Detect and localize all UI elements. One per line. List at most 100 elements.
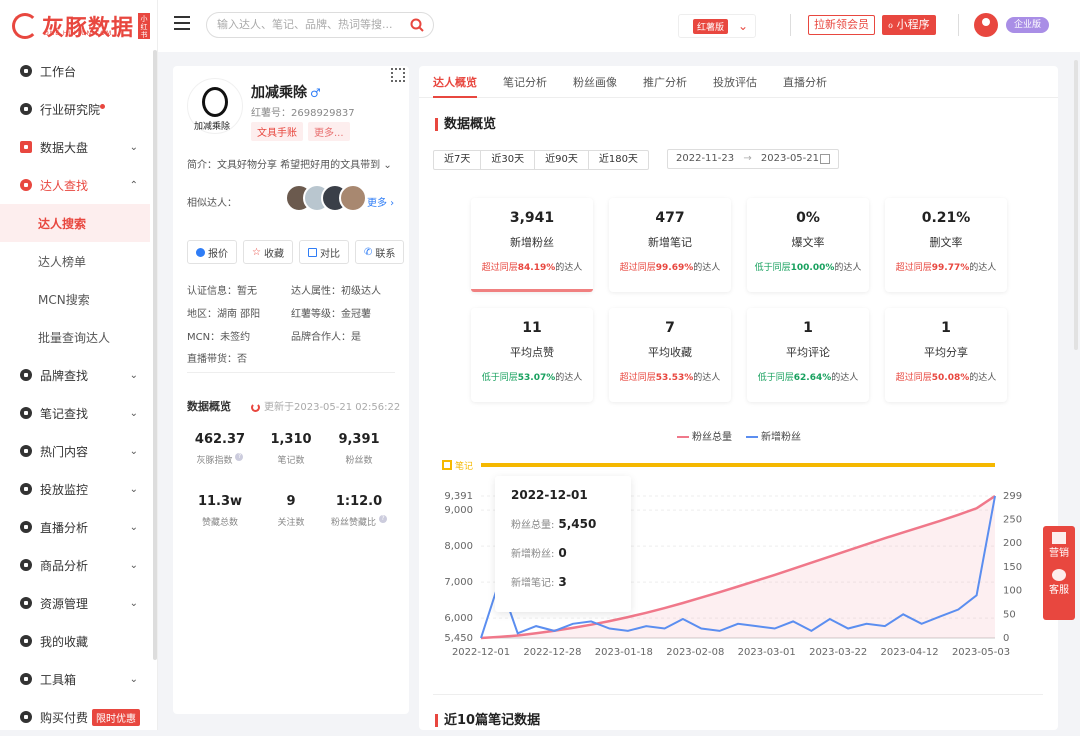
sidebar-item-notes[interactable]: 笔记查找 ⌄ <box>0 394 150 432</box>
search-icon[interactable] <box>408 16 426 34</box>
sidebar-item-label: 品牌查找 <box>40 368 89 383</box>
update-time[interactable]: 更新于2023-05-21 02:56:22 <box>251 398 400 413</box>
metric-value: 11 <box>522 320 542 336</box>
tab-notes[interactable]: 笔记分析 <box>503 66 547 97</box>
qrcode-icon[interactable] <box>391 68 405 82</box>
star-icon: ☆ <box>252 246 261 258</box>
date-range-picker[interactable]: 2022-11-23 → 2023-05-21 <box>667 149 839 169</box>
sidebar-item-research[interactable]: 行业研究院 <box>0 90 150 128</box>
tab-evaluation[interactable]: 投放评估 <box>713 66 757 97</box>
metric-card[interactable]: 11 平均点赞 低于同层53.07%的达人 <box>471 308 593 402</box>
compare-suffix: 的达人 <box>693 263 721 273</box>
tab-live[interactable]: 直播分析 <box>783 66 827 97</box>
range-30d[interactable]: 近30天 <box>481 151 536 169</box>
sidebar-item-purchase[interactable]: 购买付费 限时优惠 <box>0 698 150 736</box>
y-tick-label: 8,000 <box>444 541 473 552</box>
similar-avatars[interactable] <box>285 184 367 212</box>
stat-likes: 11.3w 赞藏总数 <box>185 494 255 528</box>
edition-badge[interactable]: 企业版 <box>1006 17 1050 33</box>
chevron-down-icon: ⌄ <box>129 597 138 609</box>
favorite-button[interactable]: ☆ 收藏 <box>243 240 293 264</box>
creator-avatar[interactable]: 加减乘除 <box>187 78 243 134</box>
creator-intro[interactable]: 简介：文具好物分享 希望把好用的文具带到 ⌄ <box>187 156 392 171</box>
brand-logo[interactable]: 灰豚数据 小红书 <box>12 10 151 42</box>
contact-button[interactable]: ✆ 联系 <box>354 240 405 264</box>
compare-prefix: 低于同层 <box>754 263 791 273</box>
sidebar-item-label: 工作台 <box>40 64 77 79</box>
creator-tag[interactable]: 文具手账 <box>251 122 303 141</box>
avatar[interactable] <box>339 184 367 212</box>
stat-label: 粉丝数 <box>345 456 373 466</box>
compare-suffix: 的达人 <box>834 263 862 273</box>
sidebar-item-workbench[interactable]: 工作台 <box>0 52 150 90</box>
mini-program-button[interactable]: ℴ 小程序 <box>882 15 936 35</box>
user-avatar[interactable] <box>974 13 998 37</box>
metric-value: 3,941 <box>509 210 555 226</box>
metric-card[interactable]: 0% 爆文率 低于同层100.00%的达人 <box>747 198 869 292</box>
page-scrollbar[interactable] <box>1074 60 1078 350</box>
sidebar-sub-mcn-search[interactable]: MCN搜索 <box>0 280 150 318</box>
customer-service-button[interactable]: 客服 <box>1043 569 1075 596</box>
menu-toggle-icon[interactable] <box>174 16 190 30</box>
metric-compare: 超过同层50.08%的达人 <box>885 370 1007 383</box>
marketing-button[interactable]: 营销 <box>1043 532 1075 559</box>
y-tick-label: 9,391 <box>444 491 473 502</box>
compare-prefix: 超过同层 <box>619 263 656 273</box>
metric-card[interactable]: 0.21% 删文率 超过同层99.77%的达人 <box>885 198 1007 292</box>
sidebar-item-favorites[interactable]: 我的收藏 <box>0 622 150 660</box>
quote-button[interactable]: 报价 <box>187 240 237 264</box>
platform-select[interactable]: 红薯版 ⌄ <box>678 14 756 38</box>
top-header: 输入达人、笔记、品牌、热词等搜... 红薯版 ⌄ 拉新领会员 ℴ 小程序 企业版 <box>158 0 1080 52</box>
metric-card[interactable]: 1 平均评论 低于同层62.64%的达人 <box>747 308 869 402</box>
float-service-panel: 营销 客服 <box>1043 526 1075 620</box>
section-title-recent-notes: 近10篇笔记数据 <box>435 714 540 727</box>
sidebar-item-find-creator[interactable]: 达人查找 ⌃ <box>0 166 150 204</box>
tab-fans[interactable]: 粉丝画像 <box>573 66 617 97</box>
legend-new-fans[interactable]: 新增粉丝 <box>746 428 801 443</box>
sidebar-item-product[interactable]: 商品分析 ⌄ <box>0 546 150 584</box>
price-icon <box>196 247 205 257</box>
help-icon[interactable]: ? <box>235 453 244 461</box>
metric-card[interactable]: 7 平均收藏 超过同层53.53%的达人 <box>609 308 731 402</box>
cert-info: 认证信息：暂无 <box>187 286 257 297</box>
sidebar-item-dashboard[interactable]: 数据大盘 ⌄ <box>0 128 150 166</box>
range-90d[interactable]: 近90天 <box>535 151 589 169</box>
invite-member-button[interactable]: 拉新领会员 <box>808 15 875 35</box>
metric-card[interactable]: 3,941 新增粉丝 超过同层84.19%的达人 <box>471 198 593 292</box>
sidebar-item-brand[interactable]: 品牌查找 ⌄ <box>0 356 150 394</box>
stat-index: 462.37 灰豚指数 ? <box>185 432 255 466</box>
x-tick-label: 2023-02-08 <box>666 647 724 658</box>
y2-tick-label: 50 <box>1003 609 1016 620</box>
sidebar-sub-creator-rank[interactable]: 达人榜单 <box>0 242 150 280</box>
sidebar-item-monitor[interactable]: 投放监控 ⌄ <box>0 470 150 508</box>
sidebar-item-toolbox[interactable]: 工具箱 ⌄ <box>0 660 150 698</box>
compare-suffix: 的达人 <box>693 373 721 383</box>
sidebar-item-hot[interactable]: 热门内容 ⌄ <box>0 432 150 470</box>
float-label: 客服 <box>1049 585 1069 596</box>
range-7d[interactable]: 近7天 <box>434 151 482 169</box>
more-tags-link[interactable]: 更多... <box>308 122 350 141</box>
compare-button[interactable]: 对比 <box>298 240 349 264</box>
tab-overview[interactable]: 达人概览 <box>433 66 477 98</box>
sidebar-sub-batch-query[interactable]: 批量查询达人 <box>0 318 150 356</box>
sidebar-sub-creator-search[interactable]: 达人搜索 <box>0 204 150 242</box>
similar-more-link[interactable]: 更多 › <box>367 194 394 209</box>
sidebar-item-live[interactable]: 直播分析 ⌄ <box>0 508 150 546</box>
metric-card[interactable]: 477 新增笔记 超过同层99.69%的达人 <box>609 198 731 292</box>
sidebar-item-resource[interactable]: 资源管理 ⌄ <box>0 584 150 622</box>
y2-tick-label: 150 <box>1003 562 1022 573</box>
search-input[interactable]: 输入达人、笔记、品牌、热词等搜... <box>206 12 434 38</box>
metric-value: 1 <box>803 320 813 336</box>
help-icon[interactable]: ? <box>378 515 387 523</box>
legend-total-fans[interactable]: 粉丝总量 <box>677 428 732 443</box>
sidebar-item-label: 数据大盘 <box>40 140 89 155</box>
x-tick-label: 2023-03-22 <box>809 647 867 658</box>
legend-label: 粉丝总量 <box>692 432 732 443</box>
tab-promotion[interactable]: 推广分析 <box>643 66 687 97</box>
tooltip-label: 粉丝总量: <box>511 520 555 531</box>
metric-card[interactable]: 1 平均分享 超过同层50.08%的达人 <box>885 308 1007 402</box>
sidebar-scrollbar[interactable] <box>153 50 157 660</box>
date-separator: → <box>743 153 752 164</box>
action-label: 对比 <box>319 248 340 260</box>
range-180d[interactable]: 近180天 <box>589 151 648 169</box>
